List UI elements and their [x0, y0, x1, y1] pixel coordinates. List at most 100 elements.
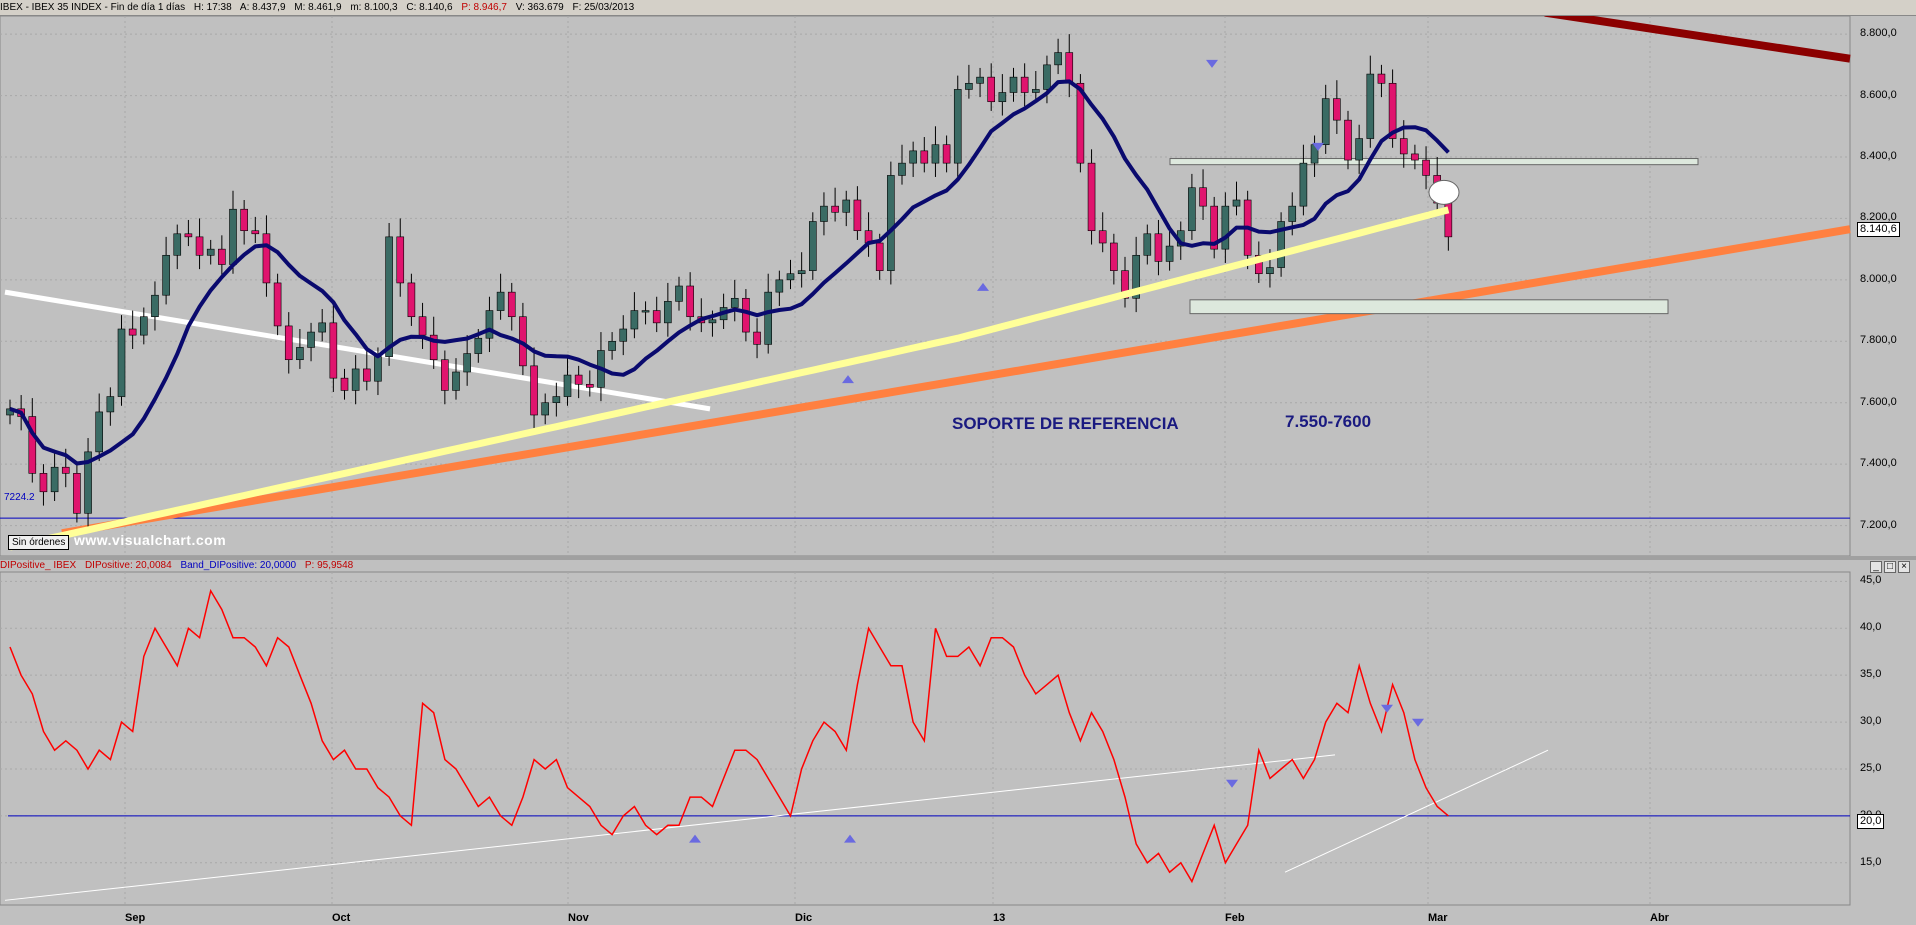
- candle-up: [664, 301, 672, 324]
- annotation-soporte: SOPORTE DE REFERENCIA: [952, 414, 1179, 433]
- price-y-tick: 8.400,0: [1860, 150, 1897, 162]
- candle-up: [1009, 76, 1018, 93]
- candle-up: [909, 150, 917, 164]
- candle-down: [753, 331, 761, 345]
- candle-up: [1232, 199, 1241, 207]
- candle-down: [251, 230, 260, 235]
- candle-down: [1110, 242, 1118, 271]
- candle-up: [1299, 162, 1308, 207]
- candle-down: [128, 328, 137, 336]
- candle-up: [296, 347, 304, 361]
- indicator-p: P: 95,9548: [304, 560, 354, 571]
- x-tick-label: Oct: [332, 912, 351, 924]
- candle-up: [496, 291, 505, 311]
- candle-up: [1221, 205, 1230, 250]
- candle-up: [1165, 245, 1174, 262]
- candle-up: [463, 353, 471, 373]
- candle-up: [50, 466, 59, 493]
- level-label-7224: 7224.2: [4, 492, 35, 503]
- header-p: P: 8.946,7: [461, 2, 507, 13]
- watermark-text: www.visualchart.com: [74, 532, 227, 548]
- candle-down: [1154, 233, 1163, 262]
- header-v: V: 363.679: [515, 2, 564, 13]
- candle-up: [307, 331, 315, 348]
- indicator-panel-header: DIPositive_ IBEX DIPositive: 20,0084 Ban…: [0, 558, 1855, 573]
- x-tick-label: Dic: [795, 912, 813, 924]
- candle-up: [1266, 267, 1274, 275]
- price-panel-header: IBEX - IBEX 35 INDEX - Fin de día 1 días…: [0, 0, 1916, 16]
- candle-down: [1199, 187, 1207, 207]
- x-tick-label: Nov: [568, 912, 589, 924]
- candle-down: [73, 473, 81, 514]
- candle-down: [1098, 230, 1107, 244]
- candle-up: [563, 374, 572, 397]
- minimize-button[interactable]: _: [1870, 561, 1882, 573]
- chart-canvas: [0, 8, 1916, 906]
- candle-down: [61, 466, 70, 474]
- candle-down: [184, 233, 193, 238]
- candle-up: [151, 294, 159, 318]
- candle-up: [385, 236, 393, 357]
- indicator-window-controls: _ □ ×: [1868, 561, 1910, 573]
- candle-down: [920, 150, 929, 164]
- candle-up: [485, 310, 494, 339]
- candle-down: [218, 248, 226, 265]
- header-m: M: 8.461,9: [294, 2, 342, 13]
- candle-down: [418, 316, 427, 336]
- candle-down: [1020, 76, 1029, 93]
- candle-up: [1355, 138, 1363, 161]
- indicator-y-tick: 15,0: [1860, 855, 1882, 868]
- candle-down: [407, 282, 416, 318]
- candle-down: [1344, 119, 1352, 161]
- orders-status-badge[interactable]: Sin órdenes: [8, 535, 70, 550]
- last-price-box: 8.140,6: [1857, 222, 1900, 237]
- candle-down: [362, 368, 371, 382]
- candle-up: [140, 316, 148, 336]
- candle-up: [608, 340, 616, 351]
- price-y-tick: 8.000,0: [1860, 272, 1897, 285]
- indicator-y-tick: 25,0: [1860, 761, 1882, 774]
- indicator-y-tick: 35,0: [1860, 668, 1882, 681]
- candle-down: [284, 325, 293, 361]
- candle-down: [1422, 159, 1430, 176]
- candle-up: [173, 233, 182, 256]
- candle-up: [976, 76, 984, 84]
- candle-up: [797, 270, 806, 275]
- price-y-tick: 8.800,0: [1860, 27, 1897, 40]
- symbol-title: IBEX - IBEX 35 INDEX - Fin de día 1 días: [0, 2, 186, 13]
- candle-down: [1411, 153, 1419, 161]
- candle-down: [742, 297, 750, 333]
- candle-up: [786, 273, 795, 281]
- x-tick-label: 13: [993, 912, 1006, 924]
- candle-up: [619, 328, 628, 342]
- indicator-value: DIPositive: 20,0084: [84, 560, 172, 571]
- indicator-y-tick: 40,0: [1860, 621, 1882, 634]
- candle-up: [541, 402, 550, 416]
- candle-up: [1321, 98, 1330, 146]
- candle-down: [530, 365, 538, 416]
- indicator-y-tick: 45,0: [1860, 574, 1882, 587]
- candle-up: [374, 356, 382, 382]
- candle-up: [229, 208, 237, 265]
- maximize-button[interactable]: □: [1884, 561, 1896, 573]
- candle-down: [574, 374, 583, 385]
- candle-up: [206, 248, 215, 256]
- candle-down: [195, 236, 204, 256]
- candle-up: [1288, 205, 1297, 222]
- close-button[interactable]: ×: [1898, 561, 1910, 573]
- candle-up: [764, 291, 773, 345]
- candle-up: [1054, 52, 1062, 66]
- candle-up: [630, 310, 639, 330]
- candle-up: [998, 92, 1007, 103]
- price-y-tick: 8.600,0: [1860, 88, 1897, 101]
- candle-up: [351, 368, 360, 391]
- candle-up: [117, 328, 126, 397]
- candle-up: [162, 254, 170, 296]
- candle-up: [474, 337, 483, 354]
- candle-down: [585, 383, 594, 388]
- zone-lower: [1189, 299, 1669, 315]
- indicator-y-tick: 30,0: [1860, 715, 1882, 728]
- candle-down: [652, 310, 661, 324]
- candle-up: [730, 297, 739, 308]
- annotation-rango: 7.550-7600: [1285, 412, 1372, 431]
